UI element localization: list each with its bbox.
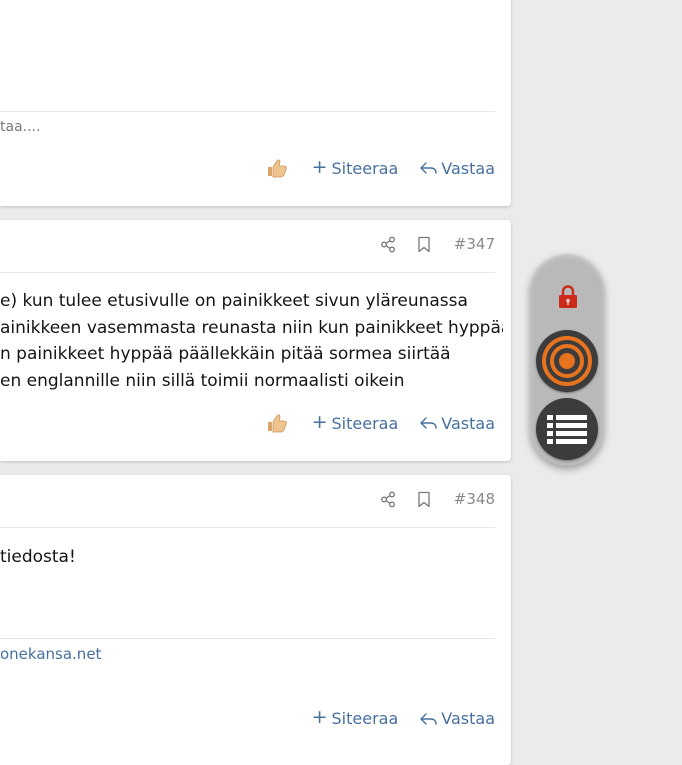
reply-button[interactable]: Vastaa	[420, 414, 495, 433]
share-button[interactable]	[378, 234, 398, 254]
list-icon	[547, 415, 587, 444]
share-icon	[380, 236, 395, 252]
post-line: tiedosta!	[0, 547, 76, 567]
post-line: n painikkeet hyppää päällekkäin pitää so…	[0, 344, 451, 364]
post-line: ainikkeen vasemmasta reunasta niin kun p…	[0, 317, 503, 338]
like-icon[interactable]	[266, 158, 288, 178]
post-line: en englannille niin sillä toimii normaal…	[0, 370, 405, 391]
reply-label: Vastaa	[441, 709, 495, 728]
post-line: e) kun tulee etusivulle on painikkeet si…	[0, 291, 468, 311]
reply-label: Vastaa	[441, 158, 495, 178]
plus-icon: +	[311, 155, 328, 178]
share-button[interactable]	[378, 489, 398, 509]
reply-button[interactable]: Vastaa	[420, 159, 495, 178]
like-icon[interactable]	[266, 413, 288, 433]
post-header: #348	[0, 475, 495, 528]
plus-icon: +	[311, 706, 328, 728]
signature-divider	[0, 638, 495, 639]
signature-link[interactable]: onekansa.net	[0, 645, 101, 663]
quote-label: Siteeraa	[331, 158, 399, 178]
reply-button[interactable]: Vastaa	[420, 709, 495, 728]
quote-button[interactable]: + Siteeraa	[311, 706, 399, 729]
post-header: #347	[0, 220, 495, 273]
post-actions: + Siteeraa Vastaa	[311, 706, 495, 729]
reply-icon	[420, 417, 437, 429]
signature-divider	[0, 111, 495, 112]
bookmark-icon	[418, 491, 430, 507]
post-actions: + Siteeraa Vastaa	[266, 410, 495, 433]
quote-button[interactable]: + Siteeraa	[311, 155, 399, 178]
target-button[interactable]	[536, 330, 598, 392]
share-icon	[380, 491, 395, 507]
post-card: taa.... + Siteeraa Vastaa	[0, 0, 511, 206]
bookmark-icon	[418, 236, 430, 252]
signature-text: taa....	[0, 119, 41, 135]
floating-control-panel	[530, 254, 604, 466]
reply-icon	[420, 712, 437, 725]
quote-label: Siteeraa	[331, 709, 399, 728]
post-body: tiedosta!	[0, 544, 503, 571]
quote-label: Siteeraa	[331, 413, 399, 433]
post-card: #348 tiedosta! onekansa.net + Siteeraa V…	[0, 475, 511, 765]
post-number[interactable]: #347	[454, 235, 495, 253]
list-button[interactable]	[536, 398, 598, 460]
post-actions: + Siteeraa Vastaa	[266, 155, 495, 178]
post-card: #347 e) kun tulee etusivulle on painikke…	[0, 220, 511, 461]
reply-icon	[420, 162, 437, 174]
post-body: e) kun tulee etusivulle on painikkeet si…	[0, 288, 503, 394]
plus-icon: +	[311, 410, 328, 433]
bookmark-button[interactable]	[414, 489, 434, 509]
reply-label: Vastaa	[441, 413, 495, 433]
post-number[interactable]: #348	[454, 490, 495, 508]
quote-button[interactable]: + Siteeraa	[311, 410, 399, 433]
lock-icon[interactable]	[557, 284, 579, 310]
bookmark-button[interactable]	[414, 234, 434, 254]
target-icon	[542, 336, 592, 386]
